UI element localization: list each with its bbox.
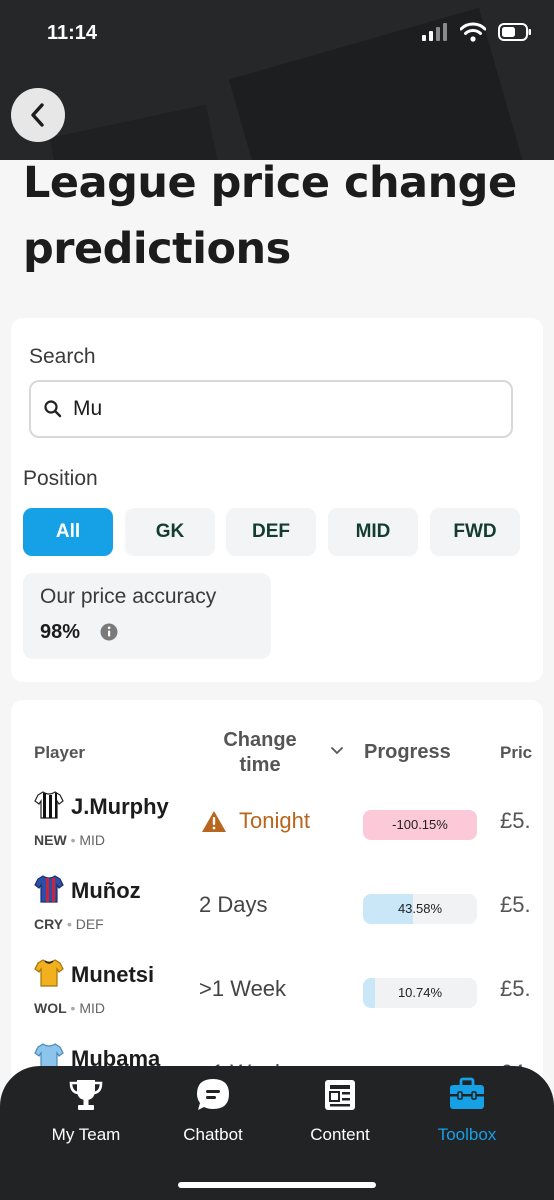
nav-label: Content — [310, 1125, 370, 1144]
player-team: CRY — [34, 916, 64, 932]
trophy-icon — [69, 1080, 103, 1110]
player-price: £5. — [500, 808, 531, 833]
signal-icon — [422, 23, 447, 41]
player-name: J.Murphy — [71, 794, 169, 819]
bottom-navigation: My Team Chatbot Content Toolbox — [0, 1066, 554, 1200]
crystal-palace-shirt-icon — [34, 875, 64, 903]
toolbox-icon — [450, 1077, 484, 1109]
nav-label: My Team — [51, 1125, 121, 1144]
nav-label: Toolbox — [437, 1125, 497, 1144]
player-price: £5. — [500, 892, 531, 917]
filter-card: Search Position All GK DEF MID FWD Our p… — [11, 318, 543, 682]
table-row[interactable]: J.Murphy NEW • MID Tonight -100.15% £5. — [11, 788, 543, 872]
change-time: >1 Week — [199, 976, 287, 1001]
chevron-down-icon[interactable] — [331, 746, 343, 756]
column-header-player[interactable]: Player — [34, 743, 85, 763]
status-icons — [422, 22, 532, 42]
page-header: 11:14 — [0, 0, 554, 160]
back-button[interactable] — [11, 88, 65, 142]
progress-bar: -100.15% — [363, 810, 477, 840]
info-icon[interactable] — [100, 623, 118, 641]
player-team: WOL — [34, 1000, 67, 1016]
player-position: MID — [79, 1000, 106, 1016]
accuracy-label: Our price accuracy — [40, 585, 217, 608]
search-label: Search — [29, 345, 96, 368]
position-filter-all[interactable]: All — [23, 508, 113, 556]
page-title: League price change predictions — [23, 158, 517, 274]
player-position: DEF — [75, 916, 104, 932]
chat-bubble-icon — [197, 1079, 229, 1110]
search-field[interactable] — [29, 380, 513, 438]
change-time-line1: Change — [223, 729, 297, 751]
player-meta: NEW • MID — [34, 832, 106, 848]
player-position: MID — [79, 832, 106, 848]
wifi-icon — [460, 22, 486, 42]
player-meta: CRY • DEF — [34, 916, 104, 932]
newspaper-icon — [325, 1080, 355, 1110]
column-header-progress[interactable]: Progress — [364, 741, 451, 764]
progress-bar: 10.74% — [363, 978, 477, 1008]
position-filter-gk[interactable]: GK — [125, 508, 215, 556]
position-filter-def[interactable]: DEF — [226, 508, 316, 556]
player-price: £5. — [500, 976, 531, 1001]
player-meta: WOL • MID — [34, 1000, 106, 1016]
progress-bar: 43.58% — [363, 894, 477, 924]
position-label: Position — [23, 467, 98, 490]
nav-label: Chatbot — [183, 1125, 243, 1144]
search-input[interactable] — [71, 396, 475, 422]
change-time: 2 Days — [199, 892, 268, 917]
search-icon — [44, 400, 62, 418]
change-time: Tonight — [239, 808, 310, 833]
price-accuracy-box: Our price accuracy 98% — [23, 573, 271, 659]
table-row[interactable]: Munetsi WOL • MID >1 Week 10.74% £5. — [11, 956, 543, 1040]
nav-item-content[interactable]: Content — [285, 1076, 395, 1145]
change-time-line2: time — [239, 754, 281, 776]
progress-value: -100.15% — [392, 817, 448, 832]
column-header-price[interactable]: Pric — [500, 743, 532, 763]
table-row[interactable]: Muñoz CRY • DEF 2 Days 43.58% £5. — [11, 872, 543, 956]
battery-icon — [498, 23, 531, 41]
newcastle-shirt-icon — [34, 791, 64, 819]
wolves-shirt-icon — [34, 959, 64, 987]
player-team: NEW — [34, 832, 67, 848]
accuracy-value: 98% — [40, 621, 81, 643]
nav-item-toolbox[interactable]: Toolbox — [412, 1076, 522, 1145]
progress-value: 10.74% — [397, 985, 443, 1000]
home-indicator — [178, 1182, 376, 1188]
position-filter-fwd[interactable]: FWD — [430, 508, 520, 556]
column-header-change-time[interactable]: Change time — [223, 728, 297, 778]
player-name: Munetsi — [71, 962, 155, 987]
position-filter-mid[interactable]: MID — [328, 508, 418, 556]
nav-item-my-team[interactable]: My Team — [31, 1076, 141, 1145]
player-name: Muñoz — [71, 878, 141, 903]
progress-value: 43.58% — [397, 901, 443, 916]
price-table: Player Change time Progress Pric J.Murph… — [11, 700, 543, 1120]
nav-item-chatbot[interactable]: Chatbot — [158, 1076, 268, 1145]
status-time: 11:14 — [47, 22, 98, 44]
chevron-left-icon — [31, 103, 44, 127]
warning-icon — [202, 811, 226, 832]
